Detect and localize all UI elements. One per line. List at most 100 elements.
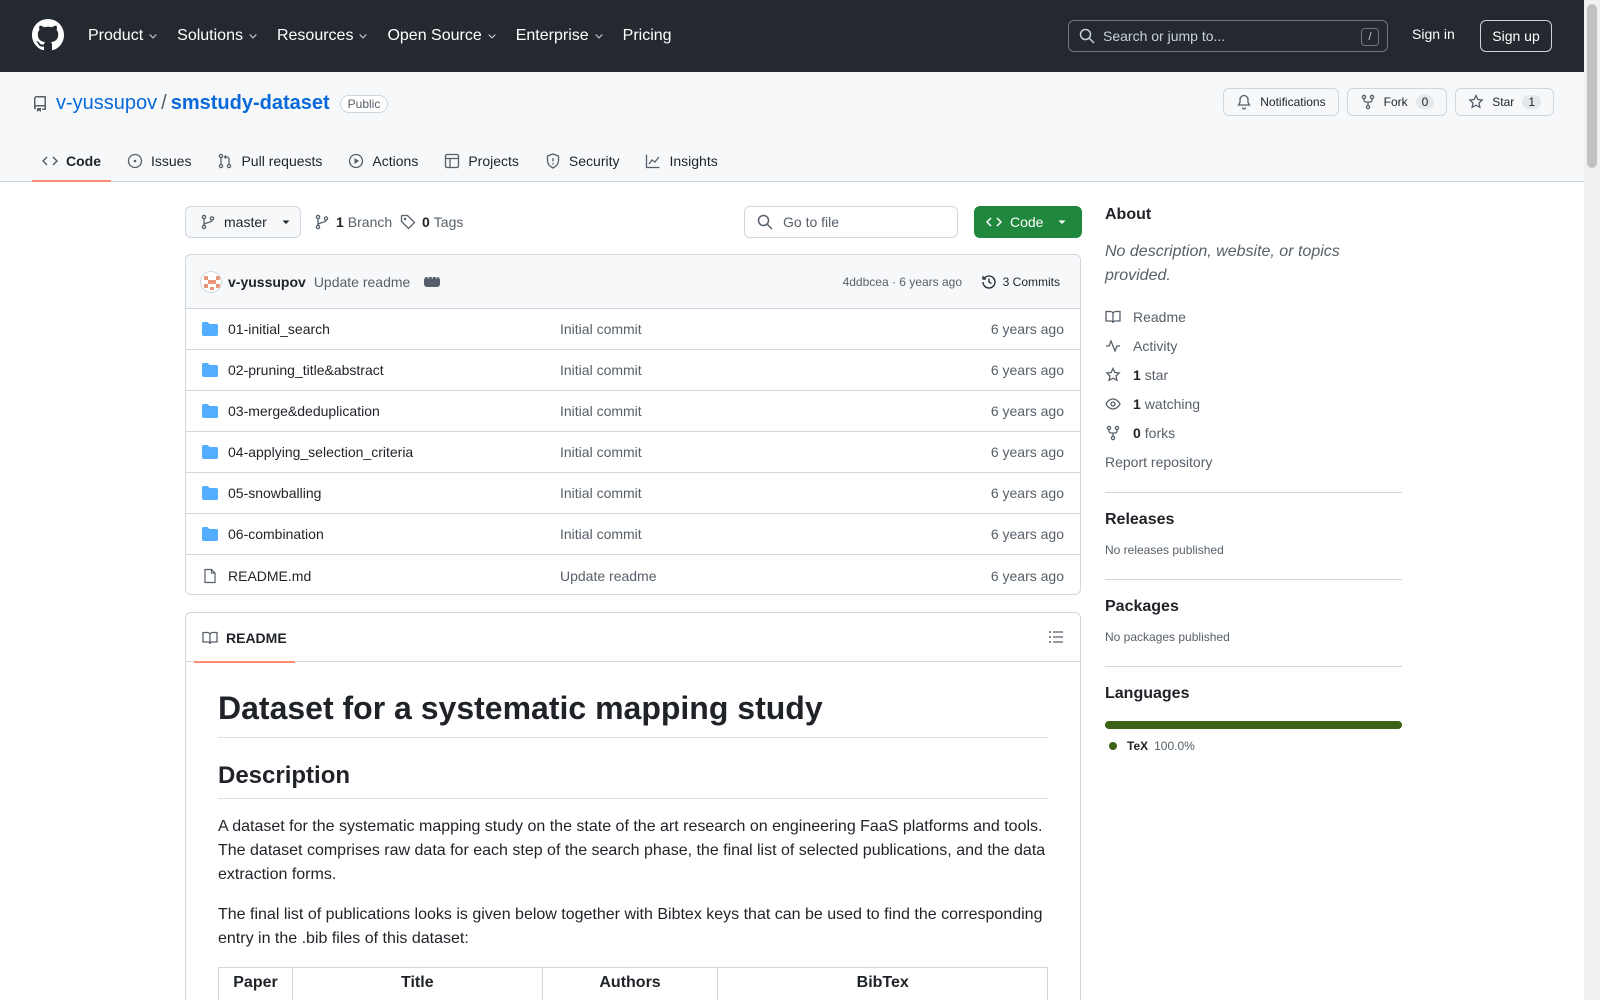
repo-name-link[interactable]: smstudy-dataset	[171, 92, 330, 115]
language-color-dot	[1109, 742, 1117, 750]
table-header-cell: BibTex	[717, 967, 1048, 1000]
chevron-down-icon	[249, 34, 257, 39]
table-row[interactable]: README.md Update readme 6 years ago	[186, 555, 1080, 594]
file-name-link[interactable]: README.md	[228, 568, 311, 584]
activity-link[interactable]: Activity	[1105, 331, 1402, 360]
repo-sidebar: About No description, website, or topics…	[1105, 206, 1402, 759]
nav-resources[interactable]: Resources	[277, 27, 369, 45]
packages-heading[interactable]: Packages	[1105, 598, 1402, 616]
table-row[interactable]: 06-combination Initial commit 6 years ago	[186, 514, 1080, 555]
tab-actions[interactable]: Actions	[338, 140, 428, 182]
table-row[interactable]: 02-pruning_title&abstract Initial commit 6…	[186, 350, 1080, 391]
publications-table: Paper Title Authors BibTex	[218, 967, 1048, 1000]
star-icon	[1468, 94, 1484, 109]
book-icon	[1105, 310, 1121, 323]
star-count: 1	[1522, 95, 1541, 109]
fork-button[interactable]: Fork 0	[1346, 88, 1448, 116]
stars-link[interactable]: 1 star	[1105, 360, 1402, 389]
table-header-row: Paper Title Authors BibTex	[218, 967, 1048, 1000]
tab-security[interactable]: Security	[535, 140, 630, 182]
watchers-link[interactable]: 1 watching	[1105, 389, 1402, 418]
caret-down-icon	[282, 220, 290, 224]
file-commit-message-link[interactable]: Initial commit	[560, 321, 642, 337]
tab-insights[interactable]: Insights	[635, 140, 727, 182]
table-row[interactable]: 03-merge&deduplication Initial commit 6 ye…	[186, 391, 1080, 432]
commit-expand-button[interactable]	[424, 270, 441, 287]
language-item-tex[interactable]: TeX 100.0%	[1105, 739, 1402, 753]
chevron-down-icon	[359, 34, 368, 39]
report-repository-link[interactable]: Report repository	[1105, 447, 1402, 476]
search-shortcut-key: /	[1361, 28, 1379, 46]
tab-code[interactable]: Code	[32, 140, 111, 182]
table-header-cell: Title	[291, 967, 543, 1000]
commit-hash-time[interactable]: 4ddbcea · 6 years ago	[843, 275, 962, 289]
file-commit-message-link[interactable]: Initial commit	[560, 526, 642, 542]
table-row[interactable]: 04-applying_selection_criteria Initial co…	[186, 432, 1080, 473]
nav-open-source[interactable]: Open Source	[387, 27, 497, 45]
code-icon	[42, 156, 58, 166]
file-name-link[interactable]: 03-merge&deduplication	[228, 403, 380, 419]
file-name-link[interactable]: 02-pruning_title&abstract	[228, 362, 384, 378]
table-header-cell: Authors	[541, 967, 719, 1000]
file-list: 01-initial_search Initial commit 6 years a…	[186, 309, 1080, 594]
sign-in-link[interactable]: Sign in	[1412, 26, 1455, 42]
tab-pull-requests[interactable]: Pull requests	[207, 140, 332, 182]
table-row[interactable]: 05-snowballing Initial commit 6 years ago	[186, 473, 1080, 514]
table-row[interactable]: 01-initial_search Initial commit 6 years a…	[186, 309, 1080, 350]
page-scrollbar[interactable]	[1584, 0, 1600, 1000]
code-dropdown-button[interactable]: Code	[974, 206, 1082, 238]
branch-count: 1	[336, 214, 344, 230]
file-name-link[interactable]: 05-snowballing	[228, 485, 321, 501]
tab-projects[interactable]: Projects	[434, 140, 529, 182]
repo-header: v-yussupov / smstudy-dataset Public Noti…	[0, 72, 1584, 182]
readme-tab[interactable]: README	[194, 613, 295, 663]
about-heading: About	[1105, 206, 1152, 223]
visibility-badge: Public	[339, 94, 389, 113]
file-name-link[interactable]: 04-applying_selection_criteria	[228, 444, 413, 460]
releases-heading[interactable]: Releases	[1105, 511, 1402, 529]
commit-author-link[interactable]: v-yussupov	[228, 274, 306, 290]
go-to-file-input[interactable]: Go to file	[744, 206, 958, 238]
fork-icon	[1106, 425, 1120, 440]
file-commit-date: 6 years ago	[990, 362, 1064, 378]
file-commit-message-link[interactable]: Update readme	[560, 568, 657, 584]
outline-list-icon[interactable]	[1048, 629, 1064, 645]
code-icon	[986, 217, 1002, 227]
branch-selector-button[interactable]: master	[185, 206, 301, 238]
notifications-button[interactable]: Notifications	[1223, 88, 1339, 116]
bell-icon	[1237, 94, 1251, 110]
branches-link[interactable]: 1 Branch	[314, 214, 392, 230]
avatar[interactable]	[200, 270, 222, 293]
file-commit-message-link[interactable]: Initial commit	[560, 485, 642, 501]
star-icon	[1105, 366, 1121, 382]
github-logo-icon[interactable]	[32, 19, 64, 51]
sign-up-button[interactable]: Sign up	[1480, 20, 1552, 52]
file-commit-date: 6 years ago	[990, 403, 1064, 419]
search-icon	[757, 214, 773, 230]
releases-empty-text: No releases published	[1105, 543, 1224, 557]
shield-icon	[546, 153, 560, 169]
global-header: Product Solutions Resources Open Source …	[0, 0, 1584, 72]
scrollbar-thumb[interactable]	[1587, 4, 1597, 168]
file-name-link[interactable]: 01-initial_search	[228, 321, 330, 337]
file-commit-message-link[interactable]: Initial commit	[560, 362, 642, 378]
forks-link[interactable]: 0 forks	[1105, 418, 1402, 447]
repo-icon	[34, 95, 46, 112]
commit-message-link[interactable]: Update readme	[314, 274, 411, 290]
tab-issues[interactable]: Issues	[117, 140, 201, 182]
file-commit-message-link[interactable]: Initial commit	[560, 403, 642, 419]
nav-pricing[interactable]: Pricing	[623, 27, 672, 45]
tags-link[interactable]: 0 Tags	[400, 214, 463, 230]
readme-link[interactable]: Readme	[1105, 302, 1402, 331]
repo-owner-link[interactable]: v-yussupov	[56, 92, 157, 115]
nav-solutions[interactable]: Solutions	[177, 27, 259, 45]
nav-product[interactable]: Product	[88, 27, 159, 45]
nav-enterprise[interactable]: Enterprise	[516, 27, 605, 45]
global-search-input[interactable]: Search or jump to... /	[1068, 20, 1388, 52]
file-name-link[interactable]: 06-combination	[228, 526, 324, 542]
star-button[interactable]: Star 1	[1455, 88, 1554, 116]
commits-history-link[interactable]: 3 Commits	[981, 274, 1060, 290]
file-commit-message-link[interactable]: Initial commit	[560, 444, 642, 460]
file-commit-date: 6 years ago	[990, 321, 1064, 337]
book-icon	[202, 631, 218, 644]
